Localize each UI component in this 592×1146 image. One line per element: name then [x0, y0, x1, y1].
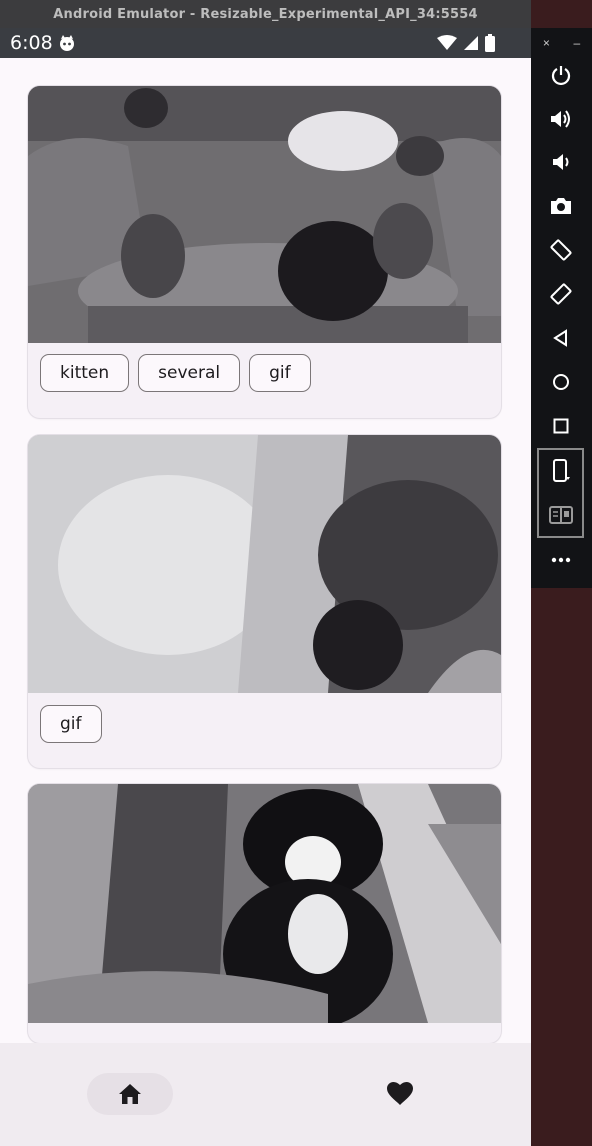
tag-chip-gif[interactable]: gif — [249, 354, 311, 392]
close-icon[interactable]: × — [543, 36, 550, 50]
power-button[interactable] — [543, 58, 579, 92]
tag-chip-gif[interactable]: gif — [40, 705, 102, 743]
cell-signal-icon — [464, 36, 478, 50]
heart-icon — [387, 1082, 413, 1105]
home-circle-icon — [553, 374, 569, 390]
display-mode-icon — [549, 506, 573, 524]
battery-icon — [485, 34, 495, 52]
feed-card[interactable] — [28, 784, 501, 1043]
card-image-kittens[interactable] — [28, 86, 501, 343]
tag-chip-several[interactable]: several — [138, 354, 241, 392]
feed-card[interactable]: kitten several gif — [28, 86, 501, 418]
minimize-icon[interactable]: – — [573, 36, 580, 50]
image-feed[interactable]: kitten several gif gif — [0, 58, 531, 1043]
emulator-titlebar: Android Emulator - Resizable_Experimenta… — [0, 0, 531, 28]
volume-up-button[interactable] — [543, 102, 579, 136]
window-title: Android Emulator - Resizable_Experimenta… — [53, 6, 478, 22]
rotate-right-button[interactable] — [543, 277, 579, 311]
volume-down-button[interactable] — [543, 145, 579, 179]
more-icon — [551, 557, 571, 563]
overview-icon — [553, 418, 569, 434]
tag-chips: gif — [40, 705, 102, 743]
camera-icon — [551, 198, 571, 214]
app-notification-icon — [60, 35, 74, 51]
bottom-navigation — [0, 1043, 531, 1146]
nav-favorites-button[interactable] — [379, 1073, 421, 1115]
home-button[interactable] — [543, 365, 579, 399]
back-icon — [553, 329, 567, 347]
tag-chips: kitten several gif — [40, 354, 311, 392]
volume-down-icon — [553, 154, 569, 170]
fold-device-button[interactable] — [543, 454, 579, 488]
more-button[interactable] — [543, 543, 579, 577]
screenshot-button[interactable] — [543, 189, 579, 223]
status-bar: 6:08 — [0, 28, 531, 58]
status-time: 6:08 — [10, 32, 53, 54]
emulator-toolbar: × – — [531, 28, 592, 588]
overview-button[interactable] — [543, 409, 579, 443]
wifi-icon — [437, 35, 457, 50]
display-mode-button[interactable] — [543, 498, 579, 532]
rotate-left-button[interactable] — [543, 233, 579, 267]
power-icon — [551, 66, 571, 85]
card-image-tuxedo-cat[interactable] — [28, 784, 501, 1023]
rotate-right-icon — [550, 283, 572, 305]
toolbar-window-controls: × – — [531, 36, 592, 50]
tag-chip-kitten[interactable]: kitten — [40, 354, 130, 392]
fold-device-icon — [553, 459, 570, 482]
card-image-closeup[interactable] — [28, 435, 501, 693]
rotate-left-icon — [550, 239, 572, 261]
back-button[interactable] — [543, 321, 579, 355]
nav-home-button[interactable] — [87, 1073, 173, 1115]
phone-screen: 6:08 kitten several gif gif — [0, 28, 531, 1146]
feed-card[interactable]: gif — [28, 435, 501, 768]
volume-up-icon — [551, 110, 570, 128]
status-icons — [437, 34, 495, 52]
home-icon — [119, 1084, 141, 1104]
